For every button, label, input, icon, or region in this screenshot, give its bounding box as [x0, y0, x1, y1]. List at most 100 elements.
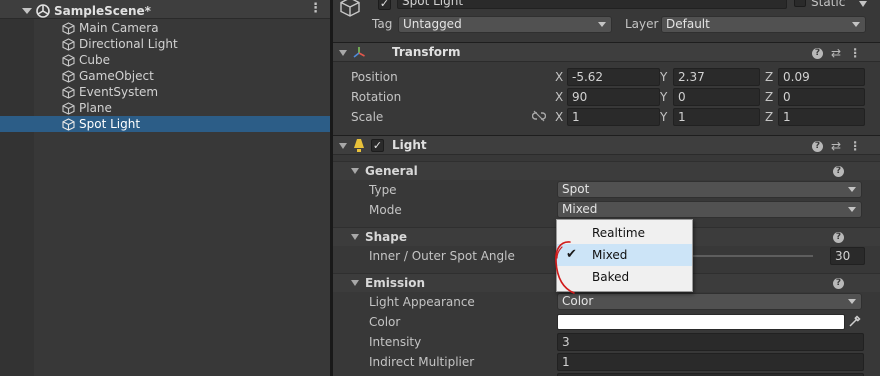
light-appearance-dropdown[interactable]: Color	[557, 293, 862, 310]
mode-label: Mode	[369, 203, 402, 217]
red-annotation-mark	[555, 241, 575, 294]
help-icon[interactable]: ?	[812, 47, 823, 59]
layer-dropdown[interactable]: Default	[661, 16, 866, 33]
indirect-multiplier-field[interactable]: 1	[557, 353, 864, 371]
rotation-x-field[interactable]: 90	[567, 88, 660, 106]
hierarchy-item-gameobject[interactable]: GameObject	[0, 68, 330, 84]
dropdown-arrow-icon	[852, 22, 860, 27]
hierarchy-item-spot-light[interactable]: Spot Light	[0, 116, 330, 132]
type-label: Type	[369, 183, 397, 197]
gameobject-cube-icon	[340, 0, 360, 17]
dropdown-arrow-icon	[848, 299, 856, 304]
tag-dropdown[interactable]: Untagged	[398, 16, 612, 33]
general-title: General	[365, 164, 418, 178]
axis-x-label[interactable]: X	[555, 70, 563, 84]
help-icon[interactable]: ?	[833, 278, 844, 289]
gameobject-cube-icon	[62, 69, 75, 83]
hierarchy-item-label: GameObject	[79, 69, 154, 83]
hierarchy-item-label: Spot Light	[79, 117, 141, 131]
collapse-arrow-icon[interactable]	[339, 143, 347, 149]
hierarchy-item-label: EventSystem	[79, 85, 159, 99]
collapse-arrow-icon[interactable]	[339, 50, 347, 56]
indirect-multiplier-label: Indirect Multiplier	[369, 355, 475, 369]
dropdown-arrow-icon	[598, 22, 606, 27]
intensity-field[interactable]: 3	[557, 333, 864, 351]
constrain-proportions-link-icon[interactable]	[532, 110, 546, 122]
static-label: Static	[811, 0, 846, 9]
hierarchy-item-directional-light[interactable]: Directional Light	[0, 36, 330, 52]
dropdown-arrow-icon	[848, 207, 856, 212]
help-icon[interactable]: ?	[812, 140, 823, 152]
position-x-field[interactable]: -5.62	[567, 68, 660, 86]
scale-label: Scale	[351, 110, 384, 124]
position-label: Position	[351, 70, 398, 84]
collapse-arrow-icon[interactable]	[351, 168, 359, 174]
help-icon[interactable]: ?	[833, 232, 844, 243]
axis-z-label[interactable]: Z	[765, 90, 773, 104]
gameobject-cube-icon	[62, 85, 75, 99]
scene-header[interactable]: SampleScene* ⋮	[0, 0, 330, 19]
layer-label: Layer	[625, 17, 659, 31]
inspector-panel: ✓ Spot Light Static Tag Untagged Layer D…	[333, 0, 880, 376]
rotation-z-field[interactable]: 0	[778, 88, 865, 106]
expand-arrow-icon[interactable]	[22, 8, 32, 14]
option-label: Baked	[592, 270, 630, 284]
collapse-arrow-icon[interactable]	[351, 280, 359, 286]
light-component-header[interactable]: ✓ Light ? ⇄ ⋮	[333, 135, 880, 155]
axis-x-label[interactable]: X	[555, 90, 563, 104]
static-checkbox[interactable]	[794, 0, 806, 7]
hierarchy-item-plane[interactable]: Plane	[0, 100, 330, 116]
type-dropdown[interactable]: Spot	[557, 181, 862, 198]
active-toggle-checkbox[interactable]: ✓	[378, 0, 391, 10]
dropdown-arrow-icon	[848, 187, 856, 192]
axis-z-label[interactable]: Z	[765, 70, 773, 84]
axis-x-label[interactable]: X	[555, 110, 563, 124]
hierarchy-item-label: Directional Light	[79, 37, 178, 51]
scale-y-field[interactable]: 1	[673, 108, 760, 126]
help-icon[interactable]: ?	[833, 166, 844, 177]
hierarchy-item-label: Main Camera	[79, 21, 159, 35]
color-swatch[interactable]	[557, 314, 845, 330]
scene-menu-icon[interactable]: ⋮	[309, 2, 322, 15]
hierarchy-item-main-camera[interactable]: Main Camera	[0, 20, 330, 36]
eyedropper-icon[interactable]	[848, 315, 861, 328]
mode-dropdown[interactable]: Mixed	[557, 201, 862, 218]
static-dropdown-arrow-icon[interactable]	[859, 1, 867, 7]
transform-component-header[interactable]: Transform ? ⇄ ⋮	[333, 42, 880, 62]
component-menu-icon[interactable]: ⋮	[849, 46, 861, 60]
position-y-field[interactable]: 2.37	[673, 68, 760, 86]
hierarchy-panel: SampleScene* ⋮ Main Camera Directional L…	[0, 0, 330, 376]
light-title: Light	[392, 138, 427, 152]
axis-z-label[interactable]: Z	[765, 110, 773, 124]
object-name-field[interactable]: Spot Light	[397, 0, 787, 9]
preset-sliders-icon[interactable]: ⇄	[831, 139, 841, 153]
rotation-y-field[interactable]: 0	[673, 88, 760, 106]
preset-sliders-icon[interactable]: ⇄	[831, 46, 841, 60]
general-section-header[interactable]: General ?	[333, 161, 880, 180]
option-label: Realtime	[592, 226, 645, 240]
light-enabled-checkbox[interactable]: ✓	[371, 139, 384, 152]
type-value: Spot	[562, 182, 590, 196]
collapse-arrow-icon[interactable]	[351, 234, 359, 240]
intensity-label: Intensity	[369, 335, 422, 349]
axis-y-label[interactable]: Y	[660, 70, 667, 84]
rotation-label: Rotation	[351, 90, 402, 104]
spot-angle-field[interactable]: 30	[830, 247, 865, 265]
position-z-field[interactable]: 0.09	[778, 68, 865, 86]
axis-y-label[interactable]: Y	[660, 90, 667, 104]
gameobject-cube-icon	[62, 117, 75, 131]
scale-x-field[interactable]: 1	[567, 108, 660, 126]
hierarchy-item-cube[interactable]: Cube	[0, 52, 330, 68]
scale-z-field[interactable]: 1	[778, 108, 865, 126]
color-label: Color	[369, 315, 401, 329]
scene-name: SampleScene*	[54, 4, 151, 18]
gameobject-cube-icon	[62, 53, 75, 67]
axis-y-label[interactable]: Y	[660, 110, 667, 124]
shape-title: Shape	[365, 230, 408, 244]
spot-angle-label: Inner / Outer Spot Angle	[369, 249, 515, 263]
component-menu-icon[interactable]: ⋮	[849, 139, 861, 153]
hierarchy-item-eventsystem[interactable]: EventSystem	[0, 84, 330, 100]
tag-value: Untagged	[403, 17, 462, 31]
spot-angle-slider-track[interactable]	[693, 255, 813, 257]
option-label: Mixed	[592, 248, 628, 262]
